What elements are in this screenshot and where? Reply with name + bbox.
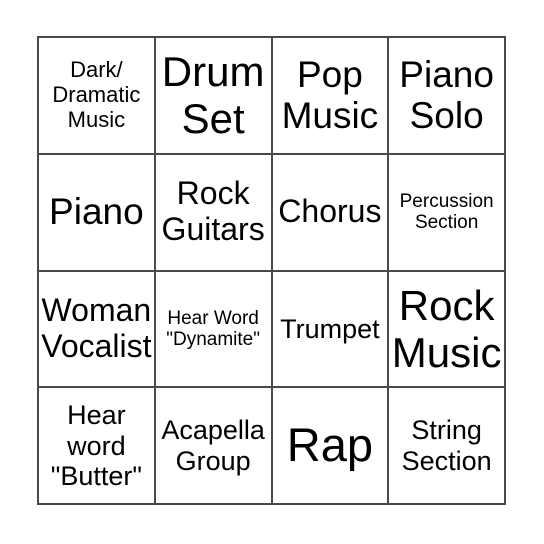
bingo-cell-label: Acapella Group [161,415,265,476]
bingo-cell-piano[interactable]: Piano [39,154,156,272]
bingo-cell-chorus[interactable]: Chorus [272,154,390,272]
bingo-cell-hear-word-dynamite[interactable]: Hear Word "Dynamite" [155,271,273,389]
bingo-cell-piano-solo[interactable]: Piano Solo [389,38,506,155]
bingo-cell-label: Drum Set [161,48,265,143]
bingo-cell-label: Piano Solo [399,53,494,137]
bingo-cell-label: Dark/ Dramatic Music [52,57,141,132]
bingo-cell-string-section[interactable]: String Section [389,388,506,505]
bingo-cell-label: Trumpet [280,313,380,344]
bingo-cell-rap[interactable]: Rap [272,388,390,505]
bingo-cell-label: Percussion Section [399,190,494,234]
bingo-cell-label: Hear Word "Dynamite" [166,307,260,350]
bingo-cell-acapella-group[interactable]: Acapella Group [155,388,273,505]
bingo-cell-label: String Section [401,415,492,476]
bingo-cell-label: Rap [286,418,373,472]
bingo-cell-label: Chorus [278,193,382,230]
bingo-cell-pop-music[interactable]: Pop Music [272,38,390,155]
bingo-cell-label: Woman Vocalist [41,292,152,364]
bingo-cell-label: Pop Music [281,53,379,137]
bingo-cell-trumpet[interactable]: Trumpet [272,271,390,389]
bingo-cell-hear-word-butter[interactable]: Hear word "Butter" [39,388,156,505]
bingo-cell-rock-guitars[interactable]: Rock Guitars [155,154,273,272]
bingo-cell-label: Piano [49,191,144,233]
bingo-cell-label: Rock Music [391,281,502,376]
bingo-card-grid: Dark/ Dramatic Music Drum Set Pop Music Pia… [37,36,506,505]
bingo-cell-rock-music[interactable]: Rock Music [389,271,506,389]
bingo-cell-drum-set[interactable]: Drum Set [155,38,273,155]
bingo-cell-woman-vocalist[interactable]: Woman Vocalist [39,271,156,389]
bingo-cell-percussion-section[interactable]: Percussion Section [389,154,506,272]
bingo-cell-label: Rock Guitars [161,175,265,248]
bingo-cell-label: Hear word "Butter" [50,400,142,491]
bingo-cell-dark-dramatic-music[interactable]: Dark/ Dramatic Music [39,38,156,155]
